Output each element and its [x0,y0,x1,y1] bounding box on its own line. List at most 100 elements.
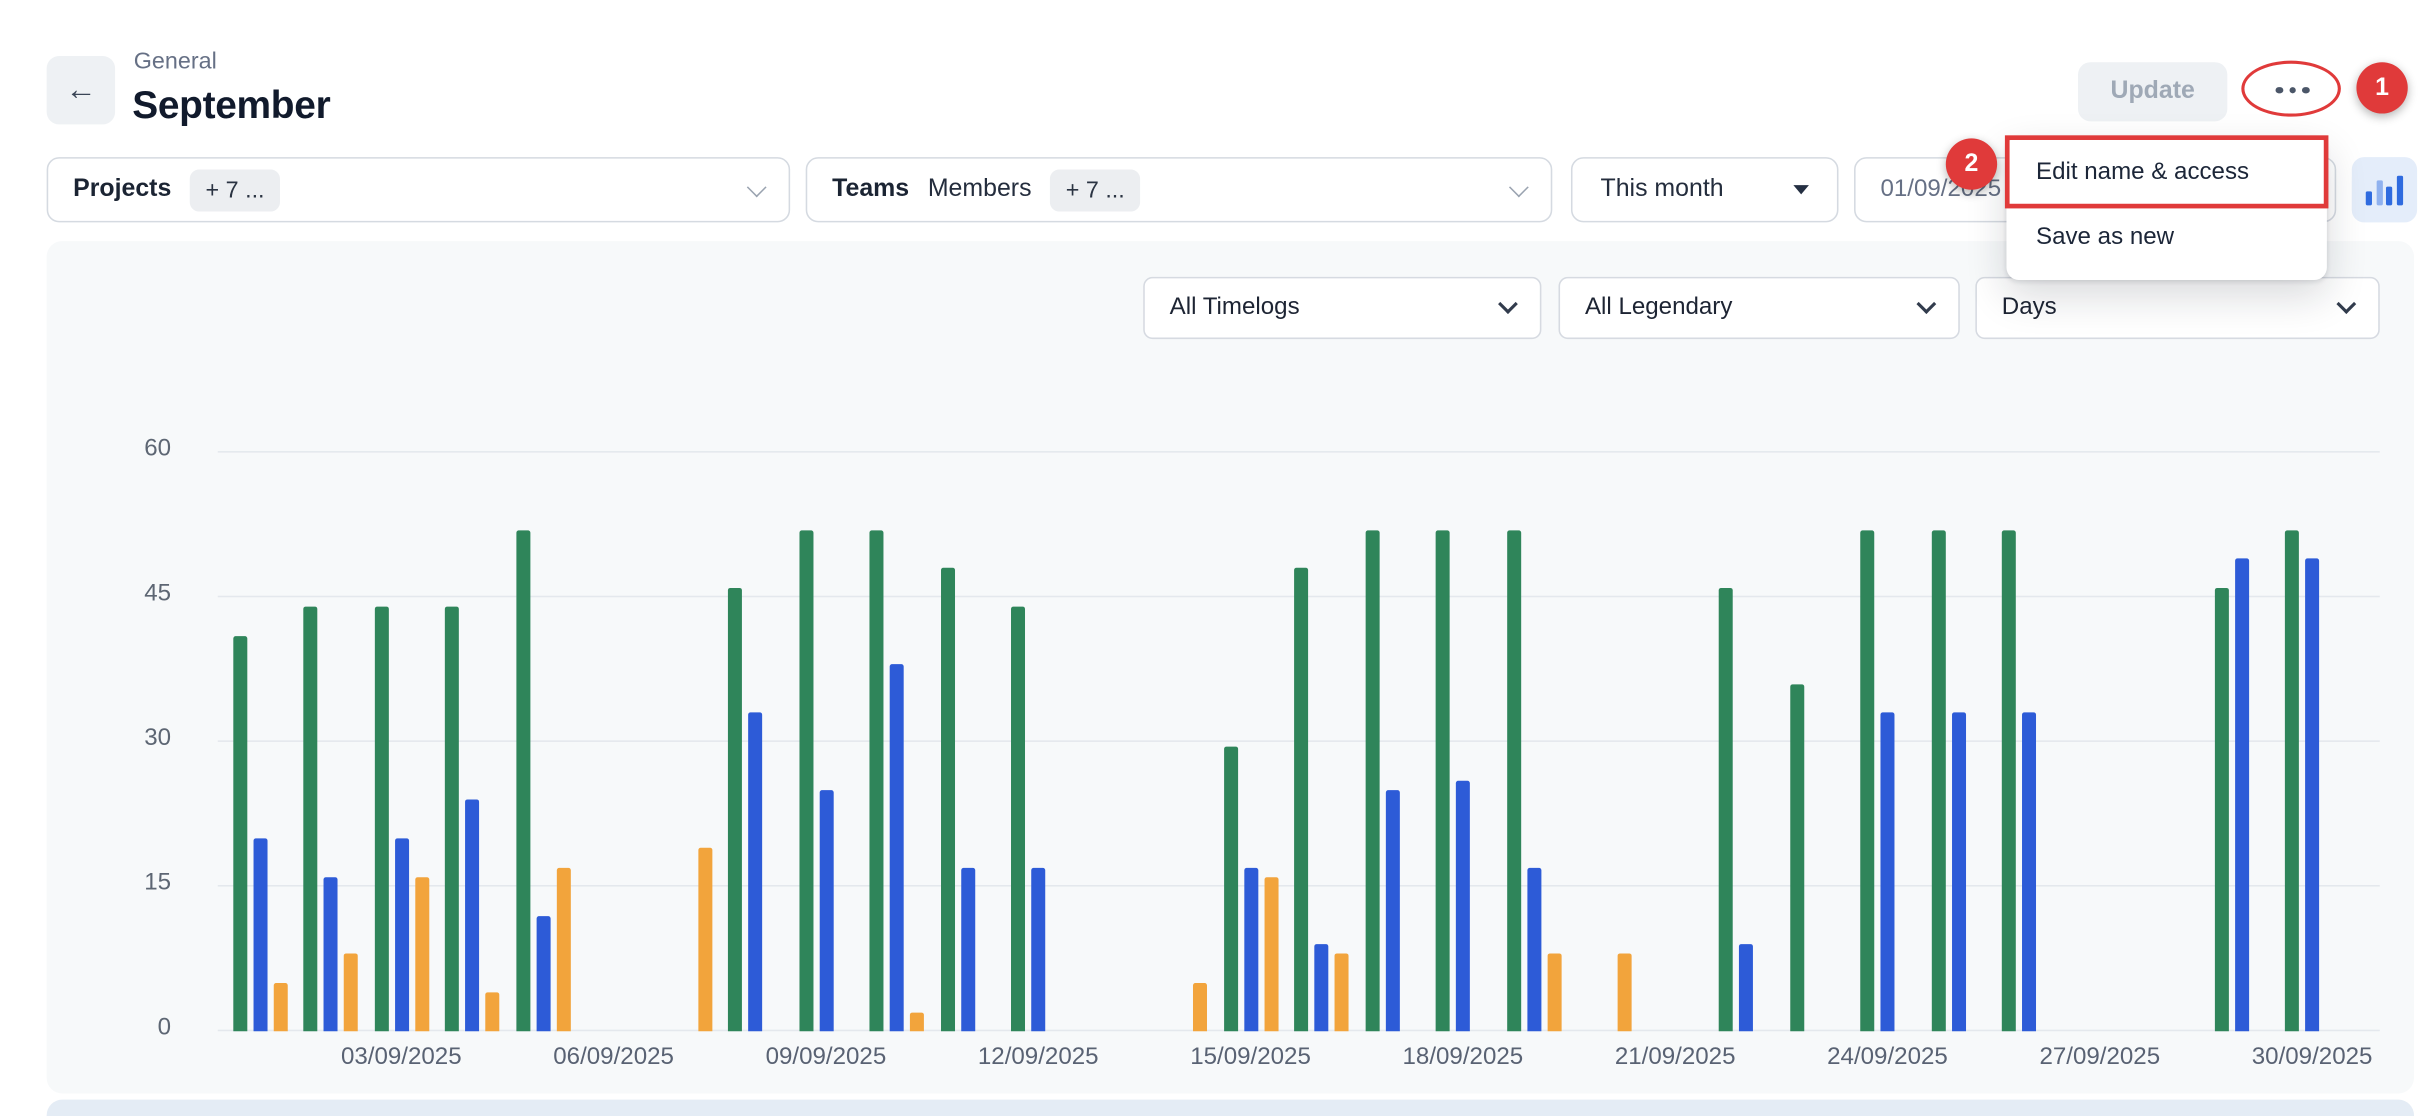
chart-bar-series-orange [556,867,570,1031]
chart-bar-series-orange [1618,954,1632,1031]
chart-bar-series-green [799,530,813,1031]
update-button[interactable]: Update [2078,62,2227,121]
granularity-select[interactable]: Days [1975,277,2379,339]
chart-bar-series-blue [2305,559,2319,1032]
chart-bar-series-blue [819,790,833,1031]
page: ← General September Update Projects + 7 … [0,0,2428,1116]
granularity-select-value: Days [2002,294,2057,322]
chart-bar-series-green [2002,530,2016,1031]
chart-bar-series-green [2214,588,2228,1032]
teams-filter-label: Teams [832,176,909,204]
timelogs-select[interactable]: All Timelogs [1143,277,1541,339]
chart-bar-series-blue [536,916,550,1032]
chart-bar-series-green [233,636,247,1031]
menu-item-save-as-new[interactable]: Save as new [2006,205,2326,270]
members-filter-label: Members [928,176,1032,204]
chart-bar-series-orange [1264,877,1278,1031]
chart-bar-series-orange [344,954,358,1031]
back-button[interactable]: ← [47,56,115,124]
chart-view-toggle-button[interactable] [2352,157,2417,222]
x-axis-tick-label: 30/09/2025 [2219,1044,2406,1072]
chart-bar-series-green [1789,684,1803,1031]
projects-filter[interactable]: Projects + 7 ... [47,157,790,222]
chart-bar-series-blue [1880,713,1894,1031]
chart-bar-series-green [728,588,742,1032]
chart-bar-series-green [1931,530,1945,1031]
period-select[interactable]: This month [1571,157,1839,222]
x-axis-tick-label: 06/09/2025 [520,1044,707,1072]
legend-select[interactable]: All Legendary [1559,277,1960,339]
chart-bar-series-green [2285,530,2299,1031]
chart-bar-series-orange [910,1012,924,1031]
chart-bar-series-green [1860,530,1874,1031]
projects-filter-chip[interactable]: + 7 ... [190,169,280,211]
chevron-down-icon [747,178,767,198]
chart-gridline [218,451,2380,453]
chart-bar-series-blue [253,838,267,1031]
chart-bar-series-blue [2234,559,2248,1032]
x-axis-tick-label: 24/09/2025 [1794,1044,1981,1072]
chart-bar-series-blue [1385,790,1399,1031]
chart-bar-series-blue [1456,781,1470,1032]
chart-bar-series-green [940,568,954,1031]
x-axis-tick-label: 18/09/2025 [1370,1044,1557,1072]
chart-bar-series-blue [324,877,338,1031]
chart-bar-series-blue [394,838,408,1031]
annotation-badge-1: 1 [2356,62,2407,113]
ellipsis-icon [2276,87,2283,94]
legend-select-value: All Legendary [1585,294,1732,322]
chart-bar-series-blue [1314,944,1328,1031]
chart-plot [218,453,2380,1032]
page-title: September [132,84,330,129]
chart-bar-series-blue [2022,713,2036,1031]
more-options-button[interactable] [2252,72,2333,109]
chart-bar-series-green [1436,530,1450,1031]
chart-bar-series-blue [1739,944,1753,1031]
chevron-down-icon [2336,294,2356,314]
chart-x-axis: 03/09/202506/09/202509/09/202512/09/2025… [218,1044,2380,1084]
chart-bar-series-orange [1193,983,1207,1031]
chart-bar-series-green [445,607,459,1031]
chart-bar-series-orange [698,848,712,1031]
x-axis-tick-label: 15/09/2025 [1157,1044,1344,1072]
chevron-down-icon [1509,178,1529,198]
chart-bar-series-blue [1244,867,1258,1031]
x-axis-tick-label: 27/09/2025 [2006,1044,2193,1072]
annotation-badge-2: 2 [1946,138,1997,189]
chart-bar-series-orange [415,877,429,1031]
chart-bar-series-green [1506,530,1520,1031]
projects-filter-label: Projects [73,176,171,204]
x-axis-tick-label: 09/09/2025 [733,1044,920,1072]
teams-filter-chip[interactable]: + 7 ... [1050,169,1140,211]
chart-bar-series-orange [485,993,499,1032]
ellipsis-icon [2289,87,2296,94]
chart-bar-series-green [516,530,530,1031]
chart-bar-series-green [1223,747,1237,1031]
timelogs-select-value: All Timelogs [1170,294,1300,322]
chart-bar-series-green [1365,530,1379,1031]
y-axis-tick-label: 45 [47,580,171,608]
breadcrumb: General [134,48,217,74]
chevron-down-icon [1916,294,1936,314]
bar-chart-icon [2366,176,2403,206]
x-axis-tick-label: 21/09/2025 [1582,1044,1769,1072]
y-axis-tick-label: 30 [47,725,171,753]
chart-bar-series-blue [748,713,762,1031]
chart-bar-series-blue [1951,713,1965,1031]
chart-bar-series-blue [465,800,479,1031]
chart-bar-series-orange [1547,954,1561,1031]
chart-bar-series-blue [890,665,904,1031]
menu-item-edit-name-access[interactable]: Edit name & access [2006,140,2326,205]
chart-bar-series-orange [273,983,287,1031]
chart-bar-series-blue [1031,867,1045,1031]
caret-down-icon [1793,185,1809,194]
more-options-menu: Edit name & access Save as new [2006,137,2326,280]
back-arrow-icon: ← [65,72,96,108]
chart-bar-series-green [1011,607,1025,1031]
chart-bar-series-green [1294,568,1308,1031]
report-page: ← General September Update Projects + 7 … [0,0,2428,1116]
teams-filter[interactable]: Teams Members + 7 ... [806,157,1553,222]
y-axis-tick-label: 0 [47,1014,171,1042]
chart-bar-series-green [869,530,883,1031]
report-chart-card: All Timelogs All Legendary Days 01530456… [47,241,2414,1093]
